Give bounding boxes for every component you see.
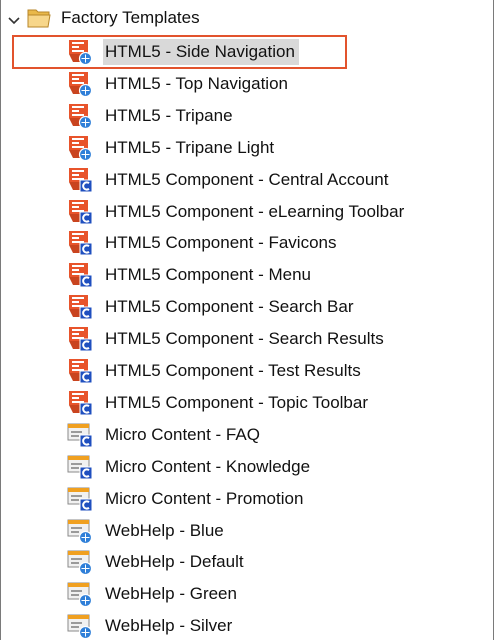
tree-item[interactable]: Micro Content - Promotion xyxy=(63,483,483,514)
tree-item[interactable]: HTML5 Component - eLearning Toolbar xyxy=(63,196,483,227)
tree-item-label: HTML5 Component - Menu xyxy=(105,265,311,285)
webhelp-skin-icon xyxy=(67,549,93,575)
tree-item[interactable]: Micro Content - Knowledge xyxy=(63,451,483,482)
tree-item-label: HTML5 Component - eLearning Toolbar xyxy=(105,201,405,221)
tree-item[interactable]: HTML5 Component - Favicons xyxy=(63,227,483,258)
tree-item[interactable]: HTML5 Component - Search Bar xyxy=(63,291,483,322)
html5-component-icon xyxy=(67,199,93,225)
tree-item-label: HTML5 - Tripane xyxy=(105,105,233,125)
tree-item-label: HTML5 Component - Favicons xyxy=(105,233,337,253)
tree-item-label: HTML5 - Tripane Light xyxy=(105,137,275,157)
html5-component-icon xyxy=(67,390,93,416)
tree-item-label: WebHelp - Blue xyxy=(105,520,224,540)
micro-content-icon xyxy=(67,422,93,448)
micro-content-icon xyxy=(67,486,93,512)
webhelp-skin-icon xyxy=(67,581,93,607)
tree-item-label: HTML5 Component - Search Results xyxy=(105,329,384,349)
folder-label[interactable]: Factory Templates xyxy=(61,6,200,30)
tree-item[interactable]: HTML5 Component - Central Account xyxy=(63,164,483,195)
tree-item[interactable]: HTML5 - Top Navigation xyxy=(63,68,483,99)
tree-item-label: HTML5 Component - Topic Toolbar xyxy=(105,392,369,412)
tree-item[interactable]: WebHelp - Green xyxy=(63,578,483,609)
tree-item-label: WebHelp - Silver xyxy=(105,616,233,636)
tree-item[interactable]: HTML5 - Tripane Light xyxy=(63,132,483,163)
html5-component-icon xyxy=(67,326,93,352)
tree-item-label: Micro Content - FAQ xyxy=(105,424,260,444)
tree-item-label: HTML5 Component - Central Account xyxy=(105,169,389,189)
tree-item[interactable]: HTML5 Component - Test Results xyxy=(63,355,483,386)
tree-item-label: HTML5 - Side Navigation xyxy=(103,39,299,65)
tree-item[interactable]: WebHelp - Silver xyxy=(63,610,483,641)
tree-item-label: HTML5 - Top Navigation xyxy=(105,73,288,93)
html5-skin-icon xyxy=(67,71,93,97)
html5-skin-icon xyxy=(67,103,93,129)
chevron-down-icon[interactable] xyxy=(7,13,21,25)
tree-item[interactable]: HTML5 - Tripane xyxy=(63,100,483,131)
tree-item[interactable]: WebHelp - Default xyxy=(63,546,483,577)
html5-skin-icon xyxy=(67,39,93,65)
html5-skin-icon xyxy=(67,135,93,161)
html5-component-icon xyxy=(67,358,93,384)
tree-item[interactable]: HTML5 Component - Topic Toolbar xyxy=(63,387,483,418)
html5-component-icon xyxy=(67,230,93,256)
tree-item-label: HTML5 Component - Search Bar xyxy=(105,297,354,317)
tree-item[interactable]: WebHelp - Blue xyxy=(63,515,483,546)
tree-item-label: WebHelp - Green xyxy=(105,584,237,604)
tree-item[interactable]: HTML5 - Side Navigation xyxy=(63,36,483,67)
tree-item[interactable]: HTML5 Component - Menu xyxy=(63,259,483,290)
tree-item-label: WebHelp - Default xyxy=(105,552,244,572)
tree-item[interactable]: Micro Content - FAQ xyxy=(63,419,483,450)
tree-item-label: Micro Content - Promotion xyxy=(105,488,304,508)
html5-component-icon xyxy=(67,294,93,320)
webhelp-skin-icon xyxy=(67,613,93,639)
tree-item[interactable]: HTML5 Component - Search Results xyxy=(63,323,483,354)
micro-content-icon xyxy=(67,454,93,480)
tree-item-label: Micro Content - Knowledge xyxy=(105,456,311,476)
tree-item-label: HTML5 Component - Test Results xyxy=(105,361,361,380)
webhelp-skin-icon xyxy=(67,518,93,544)
folder-open-icon xyxy=(27,6,51,28)
html5-component-icon xyxy=(67,167,93,193)
html5-component-icon xyxy=(67,262,93,288)
template-tree-panel: Factory Templates HTML5 - Side Navigatio… xyxy=(0,0,494,640)
